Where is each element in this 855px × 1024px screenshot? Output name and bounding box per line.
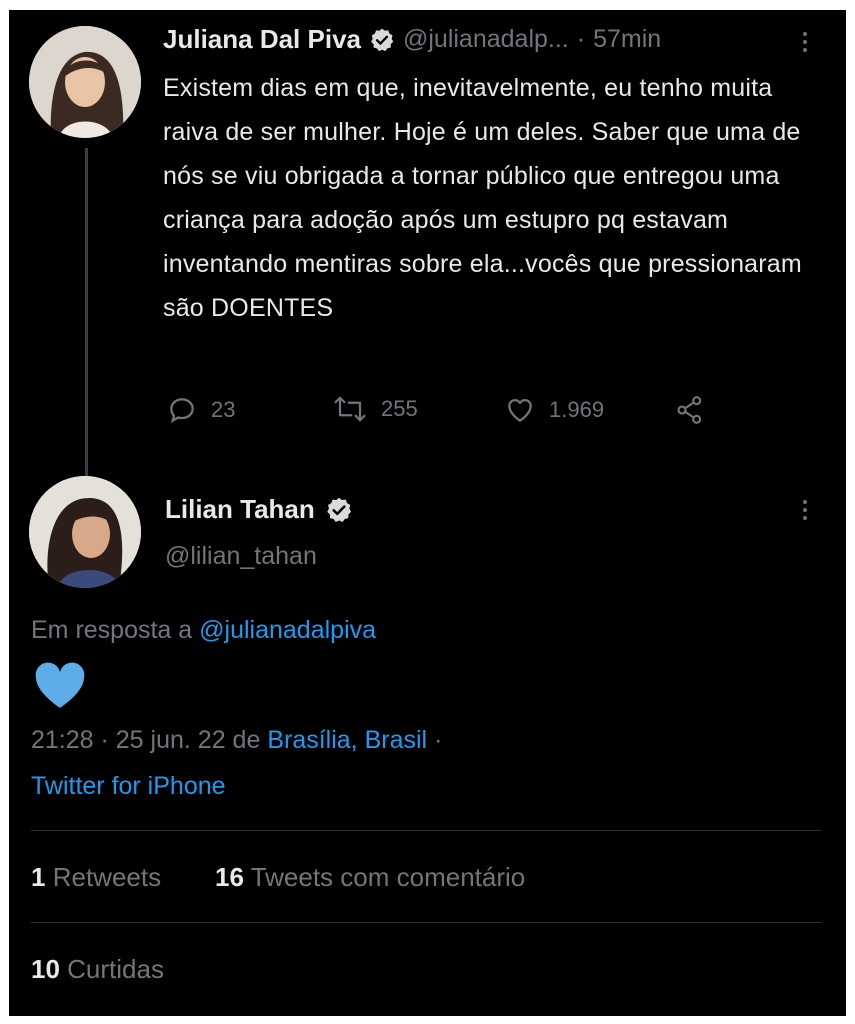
blue-heart-emoji: [33, 662, 87, 715]
quotes-label: Tweets com comentário: [250, 862, 526, 892]
tweet-timestamp: 21:28 · 25 jun. 22 de: [31, 726, 261, 754]
tweet-text: Existem dias em que, inevitavelmente, eu…: [163, 74, 802, 322]
share-action[interactable]: [673, 394, 707, 426]
divider: [31, 922, 821, 923]
share-icon: [677, 396, 702, 424]
in-reply-to-label: Em resposta a: [31, 616, 193, 644]
location-separator: ·: [427, 726, 443, 754]
retweet-count: 255: [381, 396, 418, 421]
likes-label: Curtidas: [67, 954, 164, 984]
like-action[interactable]: 1.969: [503, 394, 604, 426]
like-icon: [508, 398, 532, 422]
likes-count: 10: [31, 954, 60, 984]
divider: [31, 830, 821, 831]
tweet-time[interactable]: 57min: [593, 25, 661, 54]
retweet-action[interactable]: 255: [331, 394, 418, 424]
thread-line: [85, 148, 88, 478]
in-reply-to-link[interactable]: @julianadalpiva: [199, 616, 376, 644]
retweets-stat[interactable]: 1 Retweets: [31, 862, 161, 893]
retweets-label: Retweets: [52, 862, 162, 892]
tweet-source[interactable]: Twitter for iPhone: [31, 772, 226, 801]
like-count: 1.969: [549, 397, 605, 422]
verified-icon: [371, 28, 394, 51]
reply-action[interactable]: 23: [165, 394, 235, 426]
reply-author-handle[interactable]: @lilian_tahan: [165, 542, 317, 571]
retweets-count: 1: [31, 862, 46, 892]
reply-count: 23: [211, 397, 236, 422]
quotes-stat[interactable]: 16 Tweets com comentário: [215, 862, 525, 893]
quotes-count: 16: [215, 862, 244, 892]
avatar-juliana[interactable]: [29, 26, 141, 138]
likes-stat[interactable]: 10 Curtidas: [31, 954, 164, 985]
time-separator: ·: [576, 25, 586, 53]
tweet-location[interactable]: Brasília, Brasil: [267, 726, 427, 754]
avatar-lilian[interactable]: [29, 476, 141, 588]
tweet-screenshot: Juliana Dal Piva @julianadalp... · 57min…: [9, 10, 846, 1016]
verified-icon: [326, 497, 351, 522]
retweet-icon: [334, 396, 366, 422]
reply-author-name[interactable]: Lilian Tahan: [165, 494, 315, 525]
tweet-author-handle[interactable]: @julianadalp...: [403, 25, 569, 54]
more-icon[interactable]: [801, 30, 809, 54]
more-icon[interactable]: [801, 498, 809, 522]
tweet-author-name[interactable]: Juliana Dal Piva: [163, 24, 361, 55]
reply-icon: [170, 398, 194, 424]
